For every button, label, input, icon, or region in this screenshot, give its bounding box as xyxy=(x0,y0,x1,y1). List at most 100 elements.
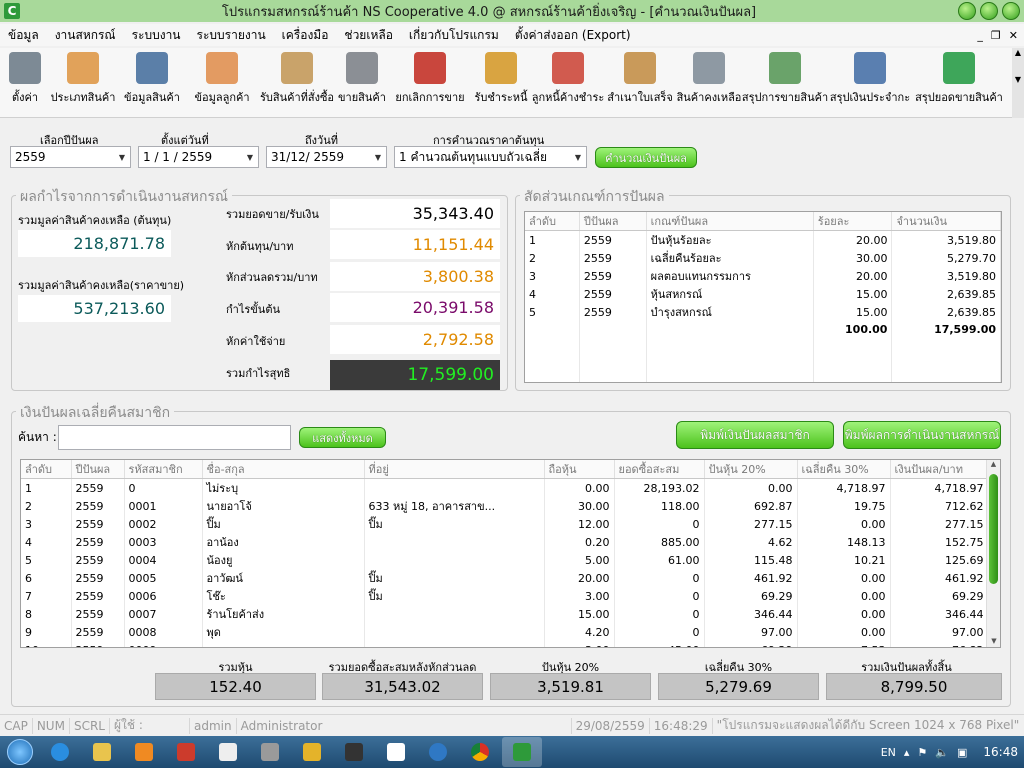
toolbar-button-calendar-clock[interactable]: สรุปเงินประจำกะ xyxy=(828,48,912,118)
mdi-close-icon[interactable]: ✕ xyxy=(1009,29,1018,42)
taskbar-app4[interactable] xyxy=(166,737,206,767)
table-row[interactable]: 5 2559 0004 น้องยู 5.00 61.00 115.48 10.21 125.6… xyxy=(21,551,989,569)
table-row[interactable]: 3 2559 ผลตอบแทนกรรมการ 20.00 3,519.80 xyxy=(525,267,1001,285)
menu-coop-work[interactable]: งานสหกรณ์ xyxy=(47,26,124,45)
table-row[interactable]: 7 2559 0006 โช๊ะ ปิ๊ม 3.00 0 69.29 0.00 69.29 xyxy=(21,587,989,605)
calculate-dividend-button[interactable]: คำนวณเงินปันผล xyxy=(595,147,697,168)
table-cell: ปิ๊ม xyxy=(364,515,545,533)
ratio-col-header[interactable]: ลำดับ xyxy=(525,212,580,231)
start-button[interactable] xyxy=(0,736,40,768)
taskbar-ns-coop[interactable] xyxy=(502,737,542,767)
minimize-button[interactable] xyxy=(958,2,976,20)
members-col-header[interactable]: ปีปันผล xyxy=(71,460,125,479)
members-col-header[interactable]: เฉลี่ยคืน 30% xyxy=(797,460,891,479)
members-col-header[interactable]: ยอดซื้อสะสม xyxy=(614,460,705,479)
members-col-header[interactable]: ปันหุ้น 20% xyxy=(704,460,798,479)
print-member-dividend-button[interactable]: พิมพ์เงินปันผลสมาชิก xyxy=(676,421,834,449)
taskbar-camera[interactable] xyxy=(334,737,374,767)
taskbar-globe[interactable] xyxy=(418,737,458,767)
ratio-col-header[interactable]: ปีปันผล xyxy=(579,212,647,231)
table-row[interactable]: 2 2559 0001 นายอาโจ้ 633 หมู่ 18, อาคารสาข..… xyxy=(21,497,989,515)
members-col-header[interactable]: รหัสสมาชิก xyxy=(124,460,203,479)
ratio-col-header[interactable]: ร้อยละ xyxy=(813,212,893,231)
print-coop-result-button[interactable]: พิมพ์ผลการดำเนินงานสหกรณ์ xyxy=(843,421,1001,449)
from-date-picker[interactable]: 1 / 1 / 2559 ▼ xyxy=(138,146,259,168)
taskbar-chrome[interactable] xyxy=(460,737,500,767)
from-date-value: 1 / 1 / 2559 xyxy=(143,150,213,164)
members-col-header[interactable]: ถือหุ้น xyxy=(544,460,615,479)
mdi-minimize-icon[interactable]: _ xyxy=(977,29,983,42)
toolbar-button-cart[interactable]: ขายสินค้า xyxy=(334,48,390,118)
scroll-up-icon[interactable]: ▲ xyxy=(987,460,1000,468)
clock[interactable]: 16:48 xyxy=(983,745,1018,759)
toolbar-button-inventory[interactable]: สินค้าคงเหลือ xyxy=(676,48,742,118)
taskbar-media[interactable] xyxy=(124,737,164,767)
menu-about[interactable]: เกี่ยวกับโปรแกรม xyxy=(401,26,507,45)
menu-help[interactable]: ช่วยเหลือ xyxy=(336,26,401,45)
tray-expand-icon[interactable]: ▴ xyxy=(904,746,910,759)
toolbar-button-invoice[interactable]: ลูกหนี้ค้างชำระ xyxy=(532,48,604,118)
taskbar-ie[interactable] xyxy=(40,737,80,767)
table-cell: 30.00 xyxy=(544,497,615,515)
toolbar-button-payment[interactable]: รับชำระหนี้ xyxy=(470,48,532,118)
taskbar-line[interactable] xyxy=(376,737,416,767)
members-col-header[interactable]: เงินปันผล/บาท xyxy=(890,460,989,479)
taskbar-word[interactable] xyxy=(208,737,248,767)
year-select[interactable]: 2559 ▼ xyxy=(10,146,131,168)
toolbar-button-person[interactable]: ข้อมูลลูกค้า xyxy=(184,48,260,118)
toolbar-button-cart-cancel[interactable]: ยกเลิกการขาย xyxy=(390,48,470,118)
taskbar-tool[interactable] xyxy=(250,737,290,767)
toolbar-button-sales-summary[interactable]: สรุปการขายสินค้า xyxy=(742,48,828,118)
toolbar-button-barcode[interactable]: ข้อมูลสินค้า xyxy=(120,48,184,118)
table-row[interactable]: 1025590009อาย 3.0045.0069.297.5376.82 xyxy=(21,641,989,647)
menu-reports[interactable]: ระบบรายงาน xyxy=(189,26,274,45)
flag-icon[interactable]: ⚑ xyxy=(917,746,927,759)
language-indicator[interactable]: EN xyxy=(881,746,896,759)
table-row[interactable]: 8 2559 0007 ร้านโยค้าส่ง 15.00 0 346.44 0.00 346… xyxy=(21,605,989,623)
cost-method-select[interactable]: 1 คำนวณต้นทุนแบบถัวเฉลี่ย ▼ xyxy=(394,146,587,168)
toolbar-button-gear[interactable]: ตั้งค่า xyxy=(4,48,46,118)
table-row[interactable]: 4 2559 หุ้นสหกรณ์ 15.00 2,639.85 xyxy=(525,285,1001,303)
volume-icon[interactable]: 🔈 xyxy=(935,746,949,759)
toolbar-scroll-button[interactable]: ▲ ▼ xyxy=(1012,48,1024,118)
table-cell: ร้านโยค้าส่ง xyxy=(202,605,365,623)
toolbar-button-clipboard[interactable]: รับสินค้าที่สั่งซื้อ xyxy=(260,48,334,118)
table-row[interactable]: 5 2559 บำรุงสหกรณ์ 15.00 2,639.85 xyxy=(525,303,1001,321)
taskbar-explorer[interactable] xyxy=(82,737,122,767)
members-col-header[interactable]: ชื่อ-สกุล xyxy=(202,460,365,479)
menu-data[interactable]: ข้อมูล xyxy=(0,26,47,45)
ratio-col-header[interactable]: จำนวนเงิน xyxy=(891,212,1001,231)
taskbar-key[interactable] xyxy=(292,737,332,767)
table-row[interactable]: 1 2559 0 ไม่ระบุ 0.00 28,193.02 0.00 4,718.97 4,… xyxy=(21,478,989,497)
table-cell: 20.00 xyxy=(544,569,615,587)
members-scrollbar[interactable]: ▲ ▼ xyxy=(986,460,1000,647)
table-row[interactable]: 9 2559 0008 พุด 4.20 0 97.00 0.00 97.00 xyxy=(21,623,989,641)
table-row[interactable]: 2 2559 เฉลี่ยคืนร้อยละ 30.00 5,279.70 xyxy=(525,249,1001,267)
scroll-indicator: SCRL xyxy=(70,717,110,734)
search-input[interactable] xyxy=(58,425,291,450)
mdi-restore-icon[interactable]: ❐ xyxy=(991,29,1001,42)
scroll-down-icon[interactable]: ▼ xyxy=(987,637,1000,645)
menu-system[interactable]: ระบบงาน xyxy=(124,26,189,45)
toolbar-button-receipt[interactable]: สำเนาใบเสร็จ xyxy=(604,48,676,118)
toolbar-button-folder[interactable]: ประเภทสินค้า xyxy=(46,48,120,118)
table-row[interactable]: 1 2559 ปันหุ้นร้อยละ 20.00 3,519.80 xyxy=(525,230,1001,249)
close-button[interactable] xyxy=(1002,2,1020,20)
scrollbar-thumb[interactable] xyxy=(989,474,998,584)
members-col-header[interactable]: ที่อยู่ xyxy=(364,460,545,479)
show-all-button[interactable]: แสดงทั้งหมด xyxy=(299,427,386,448)
to-date-picker[interactable]: 31/12/ 2559 ▼ xyxy=(266,146,387,168)
table-cell: เฉลี่ยคืนร้อยละ xyxy=(646,249,814,267)
ratio-col-header[interactable]: เกณฑ์ปันผล xyxy=(646,212,814,231)
sales-summary-icon xyxy=(769,52,801,84)
toolbar-button-bar-chart[interactable]: สรุปยอดขายสินค้า xyxy=(912,48,1006,118)
members-col-header[interactable]: ลำดับ xyxy=(21,460,72,479)
menu-export[interactable]: ตั้งค่าส่งออก (Export) xyxy=(507,26,639,45)
table-row[interactable]: 6 2559 0005 อาวัฒน์ ปิ๊ม 20.00 0 461.92 0.00 461.… xyxy=(21,569,989,587)
stock-cost-value: 218,871.78 xyxy=(18,230,171,257)
table-row[interactable]: 4 2559 0003 อาน้อง 0.20 885.00 4.62 148.13 152.7… xyxy=(21,533,989,551)
maximize-button[interactable] xyxy=(980,2,998,20)
table-row[interactable]: 3 2559 0002 ปิ๊ม ปิ๊ม 12.00 0 277.15 0.00 277.15 xyxy=(21,515,989,533)
menu-tools[interactable]: เครื่องมือ xyxy=(274,26,337,45)
network-icon[interactable]: ▣ xyxy=(957,746,967,759)
